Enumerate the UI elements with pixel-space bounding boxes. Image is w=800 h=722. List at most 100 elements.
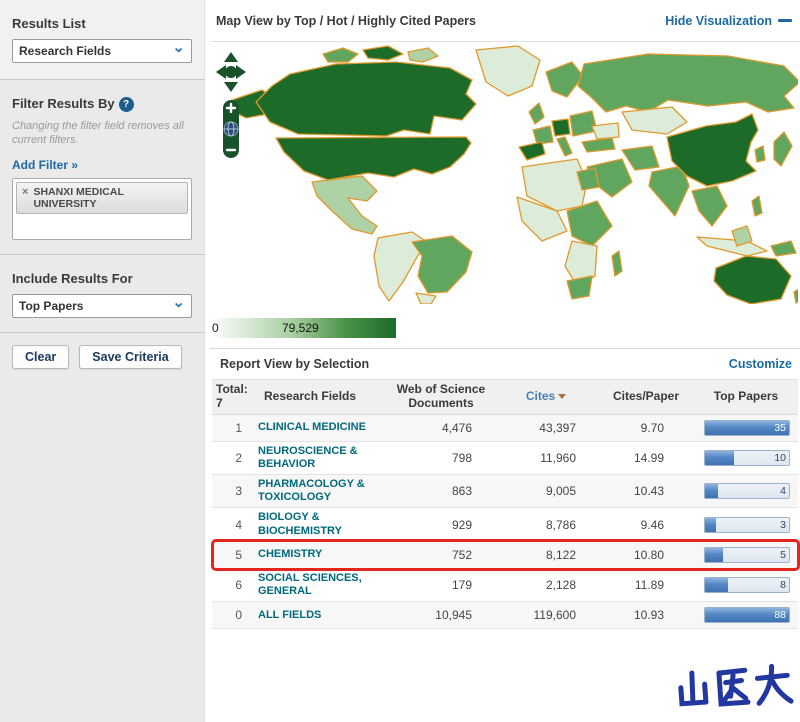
cites-per-paper-value: 10.80 (633, 547, 664, 562)
research-field-link[interactable]: CHEMISTRY (256, 548, 388, 561)
map-legend: 0 79,529 (210, 310, 800, 348)
cites-value: 43,397 (539, 420, 576, 435)
top-papers-value: 88 (774, 609, 786, 622)
top-papers-value: 35 (774, 421, 786, 434)
top-papers-bar: 3 (704, 516, 790, 533)
top-papers-cell: 5 (694, 546, 798, 563)
top-papers-bar-fill (705, 484, 719, 499)
top-papers-value: 10 (774, 451, 786, 464)
chevron-down-icon: ⌄ (172, 293, 185, 311)
total-label: Total: (216, 382, 248, 396)
total-value: 7 (216, 395, 223, 410)
top-papers-value: 3 (780, 518, 786, 531)
filter-section: Filter Results By? Changing the filter f… (0, 80, 204, 255)
map-view-header: Map View by Top / Hot / Highly Cited Pap… (210, 0, 800, 42)
help-icon[interactable]: ? (118, 97, 134, 113)
research-field-link[interactable]: CLINICAL MEDICINE (256, 421, 388, 434)
top-papers-cell: 10 (694, 449, 798, 466)
total-count: Total: 7 (212, 380, 256, 414)
clear-button[interactable]: Clear (12, 344, 70, 369)
top-papers-value: 5 (780, 548, 786, 561)
top-papers-bar-fill (705, 450, 735, 465)
top-papers-bar-fill (705, 577, 728, 592)
cites-per-paper-value: 11.89 (634, 577, 664, 592)
row-rank: 3 (235, 484, 242, 499)
filter-chip[interactable]: × SHANXI MEDICAL UNIVERSITY (16, 181, 188, 214)
hide-visualization-link[interactable]: Hide Visualization (665, 14, 792, 28)
column-header-documents: Web of Science Documents (396, 382, 486, 410)
documents-value: 798 (451, 450, 472, 465)
sidebar-buttons: Clear Save Criteria (0, 333, 204, 381)
cites-value: 8,122 (545, 547, 576, 562)
cites-value: 8,786 (545, 517, 576, 532)
top-papers-bar: 5 (704, 546, 790, 563)
cites-per-paper-value: 10.43 (633, 484, 664, 499)
pan-right-arrow[interactable] (236, 65, 246, 79)
top-papers-bar: 35 (704, 419, 790, 436)
column-header-cites-per-paper: Cites/Paper (612, 388, 680, 403)
table-row: 5 CHEMISTRY 752 8,122 10.80 5 (211, 538, 800, 571)
cites-per-paper-value: 9.46 (640, 517, 664, 532)
main-panel: Map View by Top / Hot / Highly Cited Pap… (210, 0, 800, 722)
customize-link[interactable]: Customize (729, 357, 792, 371)
documents-value: 179 (451, 577, 472, 592)
active-filters-box: × SHANXI MEDICAL UNIVERSITY (12, 177, 192, 240)
sort-down-icon (558, 394, 567, 400)
table-row: 3 PHARMACOLOGY & TOXICOLOGY 863 9,005 10.43 4 (212, 474, 798, 509)
top-papers-cell: 3 (694, 516, 798, 533)
table-row: 6 SOCIAL SCIENCES, GENERAL 179 2,128 11.89 8 (212, 569, 798, 603)
column-header-research-fields: Research Fields (264, 388, 357, 403)
cites-value: 119,600 (533, 608, 577, 623)
table-body: 1 CLINICAL MEDICINE 4,476 43,397 9.70 35 2 NEUR… (211, 414, 800, 630)
pan-down-arrow[interactable] (224, 82, 238, 92)
top-papers-value: 4 (780, 485, 786, 498)
top-papers-bar: 4 (704, 483, 790, 500)
include-results-select[interactable]: Top Papers ⌄ (12, 293, 192, 318)
sidebar: Results List Research Fields ⌄ Filter Re… (0, 0, 205, 722)
results-list-select[interactable]: Research Fields ⌄ (12, 39, 192, 63)
pan-up-arrow[interactable] (224, 52, 238, 62)
save-criteria-button[interactable]: Save Criteria (79, 344, 182, 369)
column-header-top-papers: Top Papers (713, 388, 779, 403)
cites-label: Cites (525, 388, 556, 403)
column-header-cites-sort[interactable]: Cites (494, 387, 598, 407)
cites-per-paper-value: 14.99 (633, 450, 664, 465)
pan-left-arrow[interactable] (216, 65, 226, 79)
top-papers-bar: 8 (704, 576, 790, 593)
minus-icon (778, 19, 792, 22)
row-rank: 6 (235, 577, 242, 592)
hide-visualization-label: Hide Visualization (665, 13, 772, 28)
top-papers-bar: 10 (704, 449, 790, 466)
include-results-section: Include Results For Top Papers ⌄ (0, 255, 204, 333)
top-papers-cell: 8 (694, 576, 798, 593)
chevron-down-icon: ⌄ (172, 39, 185, 56)
top-papers-cell: 4 (694, 483, 798, 500)
research-field-link[interactable]: SOCIAL SCIENCES, GENERAL (256, 572, 388, 598)
row-rank: 0 (235, 608, 242, 623)
results-list-section: Results List Research Fields ⌄ (0, 0, 204, 80)
world-map[interactable] (228, 42, 798, 304)
research-field-link[interactable]: BIOLOGY & BIOCHEMISTRY (256, 511, 388, 537)
top-papers-bar-fill (705, 547, 723, 562)
documents-value: 863 (451, 484, 472, 499)
cites-value: 2,128 (545, 577, 576, 592)
map-view-title: Map View by Top / Hot / Highly Cited Pap… (216, 13, 476, 28)
legend-max-label: 79,529 (282, 321, 319, 335)
top-papers-cell: 88 (694, 607, 798, 624)
table-row: 1 CLINICAL MEDICINE 4,476 43,397 9.70 35 (212, 414, 798, 442)
cites-value: 11,960 (540, 450, 576, 465)
research-field-link[interactable]: ALL FIELDS (256, 609, 388, 622)
remove-filter-icon[interactable]: × (22, 186, 28, 198)
research-field-link[interactable]: NEUROSCIENCE & BEHAVIOR (256, 445, 388, 471)
add-filter-link[interactable]: Add Filter » (12, 158, 78, 172)
row-rank: 5 (235, 547, 242, 562)
documents-value: 752 (451, 547, 472, 562)
cites-per-paper-value: 9.70 (640, 420, 664, 435)
row-rank: 4 (235, 517, 242, 532)
research-field-link[interactable]: PHARMACOLOGY & TOXICOLOGY (256, 478, 388, 504)
include-results-heading: Include Results For (12, 270, 133, 286)
top-papers-bar: 88 (704, 607, 790, 624)
legend-min-label: 0 (212, 321, 219, 335)
report-view-title: Report View by Selection (220, 357, 370, 371)
table-header-row: Total: 7 Research Fields Web of Science … (212, 379, 798, 415)
